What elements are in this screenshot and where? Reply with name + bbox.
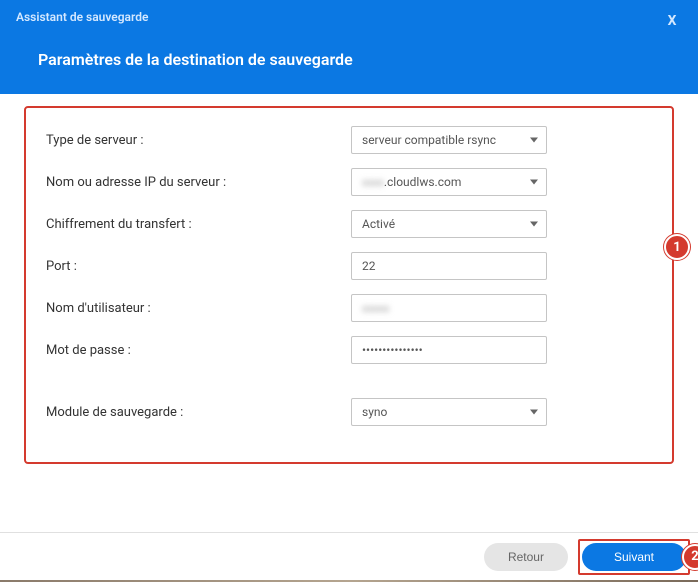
input-password-value: ••••••••••••••• (362, 343, 423, 357)
row-server-host: Nom ou adresse IP du serveur : xxxx.clou… (46, 168, 652, 196)
chevron-down-icon (530, 138, 538, 143)
next-button[interactable]: Suivant (582, 543, 686, 571)
annotation-badge-1: 1 (664, 234, 690, 260)
back-button[interactable]: Retour (484, 543, 568, 571)
select-module-value: syno (362, 405, 387, 419)
input-password[interactable]: ••••••••••••••• (351, 336, 547, 364)
annotation-badge-2: 2 (682, 544, 698, 570)
back-button-label: Retour (508, 550, 544, 564)
chevron-down-icon (530, 222, 538, 227)
input-port[interactable]: 22 (351, 252, 547, 280)
row-module: Module de sauvegarde : syno (46, 398, 652, 426)
close-icon: x (667, 9, 676, 30)
footer-bar: Retour Suivant 2 (0, 532, 698, 580)
select-encryption-value: Activé (362, 217, 395, 231)
select-server-type-value: serveur compatible rsync (362, 133, 496, 147)
label-password: Mot de passe : (46, 343, 351, 358)
close-button[interactable]: x (662, 9, 682, 29)
row-password: Mot de passe : ••••••••••••••• (46, 336, 652, 364)
label-encryption: Chiffrement du transfert : (46, 217, 351, 232)
input-server-host-value: xxxx.cloudlws.com (362, 175, 461, 189)
label-port: Port : (46, 259, 351, 274)
next-button-highlight: Suivant 2 (578, 539, 690, 575)
select-encryption[interactable]: Activé (351, 210, 547, 238)
page-title: Paramètres de la destination de sauvegar… (38, 50, 682, 69)
chevron-down-icon (530, 410, 538, 415)
spacer (46, 378, 652, 398)
row-server-type: Type de serveur : serveur compatible rsy… (46, 126, 652, 154)
label-server-type: Type de serveur : (46, 133, 351, 148)
modal-header: Assistant de sauvegarde Paramètres de la… (0, 0, 698, 94)
select-server-type[interactable]: serveur compatible rsync (351, 126, 547, 154)
label-module: Module de sauvegarde : (46, 405, 351, 420)
input-port-value: 22 (362, 259, 376, 273)
label-username: Nom d'utilisateur : (46, 301, 351, 316)
row-port: Port : 22 (46, 252, 652, 280)
wizard-title: Assistant de sauvegarde (16, 10, 682, 24)
content-area: Type de serveur : serveur compatible rsy… (0, 94, 698, 476)
row-username: Nom d'utilisateur : xxxxx (46, 294, 652, 322)
input-username[interactable]: xxxxx (351, 294, 547, 322)
next-button-label: Suivant (614, 550, 654, 564)
settings-panel: Type de serveur : serveur compatible rsy… (24, 106, 674, 464)
input-server-host[interactable]: xxxx.cloudlws.com (351, 168, 547, 196)
select-module[interactable]: syno (351, 398, 547, 426)
label-server-host: Nom ou adresse IP du serveur : (46, 175, 351, 190)
chevron-down-icon (530, 180, 538, 185)
input-username-value: xxxxx (362, 302, 389, 315)
row-encryption: Chiffrement du transfert : Activé (46, 210, 652, 238)
